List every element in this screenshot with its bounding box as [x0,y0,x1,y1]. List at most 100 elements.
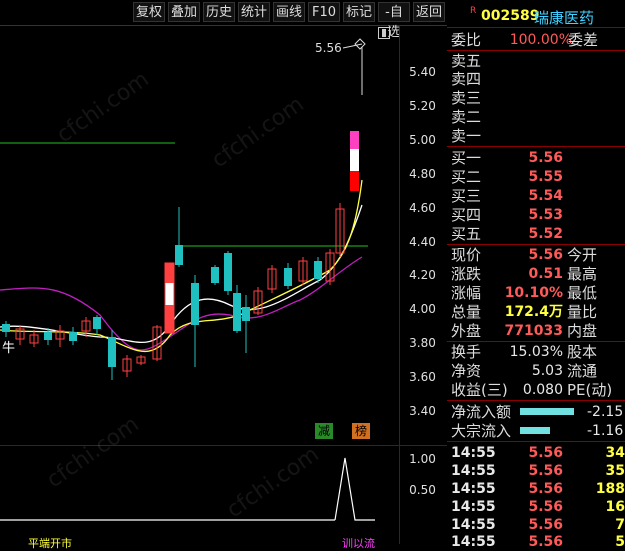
stock-name: 瑞康医药 [534,9,595,27]
ask-row[interactable]: 卖二 [447,108,625,126]
toolbar-stats-button[interactable]: 统计 [238,2,270,22]
toolbar-back-button[interactable]: 返回 [413,2,445,22]
quote-value: 0.51 [528,266,563,282]
tick-volume: 7 [615,517,625,533]
tick-volume: 16 [605,499,625,515]
chart-toolbar: 复权 叠加 历史 统计 画线 F10 标记 -自选 返回 [0,0,447,40]
tick-time: 14:55 [451,463,496,479]
quote-row: 涨幅 10.10% 最低 [447,284,625,302]
toolbar-f10-button[interactable]: F10 [308,2,340,22]
tick-time: 14:55 [451,445,496,461]
ask-row[interactable]: 卖三 [447,89,625,107]
tick-row: 14:55 5.56 34 [447,444,625,462]
fin-value: 5.03 [531,363,563,379]
bid-row[interactable]: 买三 5.54 [447,187,625,205]
panel-separator [447,441,625,442]
quote-row: 现价 5.56 今开 [447,246,625,264]
quote-label-2: 量比 [567,303,598,321]
panel-separator [447,341,625,342]
ask-label: 卖四 [451,70,482,88]
quote-row: 涨跌 0.51 最高 [447,265,625,283]
bid-row[interactable]: 买五 5.52 [447,225,625,243]
quote-label-2: 最高 [567,265,598,283]
weibi-label: 委比 [451,31,482,49]
bid-price: 5.54 [528,188,563,204]
ask-row[interactable]: 卖四 [447,70,625,88]
ask-row[interactable]: 卖一 [447,127,625,145]
flow-value: -1.16 [587,423,624,439]
tick-price: 5.56 [528,463,563,479]
quote-value: 172.4万 [504,304,563,320]
tick-price: 5.56 [528,445,563,461]
fin-label-2: PE(动) [567,381,613,399]
panel-separator [447,27,625,28]
quote-label-2: 内盘 [567,322,598,340]
price-tick: 5.40 [409,65,436,79]
bid-price: 5.52 [528,226,563,242]
high-price-annotation: 5.56 [315,41,342,55]
quote-label: 现价 [451,246,482,264]
bid-row[interactable]: 买二 5.55 [447,168,625,186]
kline-chart[interactable] [0,25,400,445]
flow-bar [520,427,550,434]
bid-price: 5.55 [528,169,563,185]
weibi-row: 委比 100.00% 委差 [447,31,625,49]
bid-label: 买五 [451,225,482,243]
indicator-label-left: 平端开市 [28,537,72,550]
tick-row: 14:55 5.56 5 [447,533,625,551]
price-tick: 4.20 [409,268,436,282]
fin-label-2: 股本 [567,343,598,361]
toolbar-remove-watch-button[interactable]: -自选 [378,2,410,40]
bid-label: 买二 [451,168,482,186]
quote-label-2: 最低 [567,284,598,302]
toolbar-fuquan-button[interactable]: 复权 [133,2,165,22]
tick-row: 14:55 5.56 35 [447,462,625,480]
flow-row: 大宗流入 -1.16 [447,422,625,440]
toolbar-history-button[interactable]: 历史 [203,2,235,22]
flow-label: 大宗流入 [451,422,512,440]
tick-volume: 35 [605,463,625,479]
list-tag[interactable]: 榜 [352,423,370,439]
stock-code: 002589 [481,8,540,24]
quote-label: 涨跌 [451,265,482,283]
ask-label: 卖二 [451,108,482,126]
fin-label: 净资 [451,362,482,380]
price-tick: 3.60 [409,370,436,384]
indicator-label-right: 训以流 [342,537,375,550]
quote-row: 总量 172.4万 量比 [447,303,625,321]
fin-row: 换手 15.03% 股本 [447,343,625,361]
quote-label: 外盘 [451,322,482,340]
ask-label: 卖五 [451,52,482,70]
bid-row[interactable]: 买一 5.56 [447,149,625,167]
tick-time: 14:55 [451,534,496,550]
reduce-tag[interactable]: 减 [315,423,333,439]
weibi-value: 100.00% [509,32,572,48]
weidiff-label: 委差 [568,31,599,49]
candles [2,131,359,380]
quote-label: 涨幅 [451,284,482,302]
bid-price: 5.53 [528,207,563,223]
quote-value: 771033 [504,323,563,339]
toolbar-overlay-button[interactable]: 叠加 [168,2,200,22]
panel-separator [447,400,625,401]
panel-separator [447,146,625,147]
ask-row[interactable]: 卖五 [447,52,625,70]
tick-price: 5.56 [528,534,563,550]
r-mark: R [470,6,477,16]
tick-price: 5.56 [528,481,563,497]
quote-label: 总量 [451,303,482,321]
tick-row: 14:55 5.56 188 [447,480,625,498]
tick-row: 14:55 5.56 16 [447,498,625,516]
bid-row[interactable]: 买四 5.53 [447,206,625,224]
fin-label: 换手 [451,343,482,361]
tick-price: 5.56 [528,517,563,533]
cow-signal-label: 牛 [2,341,16,356]
price-tick: 3.80 [409,336,436,350]
fin-value: 15.03% [509,344,563,360]
bid-label: 买一 [451,149,482,167]
ask-label: 卖三 [451,89,482,107]
toolbar-draw-button[interactable]: 画线 [273,2,305,22]
tick-volume: 34 [605,445,625,461]
toolbar-mark-button[interactable]: 标记 [343,2,375,22]
chart-settings-icon-bar [382,29,386,37]
